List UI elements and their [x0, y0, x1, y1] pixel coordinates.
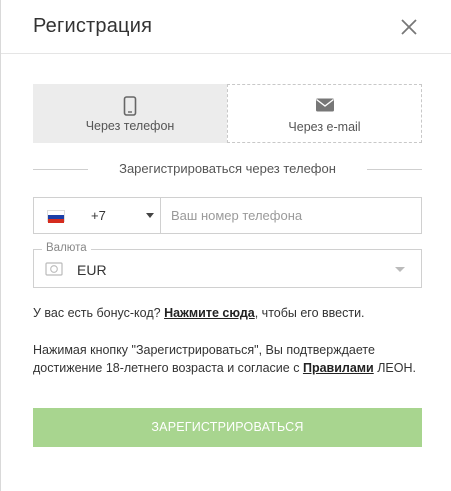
section-title: Зарегистрироваться через телефон: [119, 161, 336, 176]
register-button[interactable]: ЗАРЕГИСТРИРОВАТЬСЯ: [33, 408, 422, 447]
tab-email[interactable]: Через e-mail: [227, 84, 422, 143]
smartphone-icon: [123, 96, 137, 119]
bonus-code-prompt: У вас есть бонус-код? Нажмите сюда, чтоб…: [33, 306, 365, 320]
bonus-suffix: , чтобы его ввести.: [254, 306, 365, 320]
modal-title: Регистрация: [33, 15, 153, 37]
tab-phone[interactable]: Через телефон: [33, 84, 227, 143]
terms-notice: Нажимая кнопку "Зарегистрироваться", Вы …: [33, 341, 423, 377]
country-code-select[interactable]: +7: [34, 198, 161, 233]
registration-method-tabs: Через телефон Через e-mail: [33, 84, 422, 143]
russia-flag-icon: [47, 210, 65, 223]
tab-phone-label: Через телефон: [85, 119, 175, 133]
phone-number-input[interactable]: [162, 198, 421, 233]
chevron-down-icon: [146, 213, 154, 218]
bonus-code-link[interactable]: Нажмите сюда: [164, 306, 255, 320]
country-code-value: +7: [91, 208, 106, 223]
currency-label: Валюта: [42, 242, 91, 254]
currency-select[interactable]: Валюта EUR: [33, 242, 422, 288]
section-divider: Зарегистрироваться через телефон: [33, 161, 422, 177]
registration-modal: Регистрация Через телефон Через e-mail З…: [0, 0, 451, 491]
envelope-icon: [315, 97, 335, 116]
divider-line-right: [367, 169, 422, 170]
rules-link[interactable]: Правилами: [303, 361, 374, 375]
modal-header: Регистрация: [1, 0, 451, 54]
currency-value: EUR: [77, 262, 107, 278]
close-icon[interactable]: [399, 17, 419, 37]
tab-email-label: Через e-mail: [288, 120, 361, 134]
terms-suffix: ЛЕОН.: [377, 361, 416, 375]
money-icon: [45, 262, 63, 281]
phone-field-group: +7: [33, 197, 422, 234]
chevron-down-icon: [395, 267, 405, 272]
bonus-prefix: У вас есть бонус-код?: [33, 306, 161, 320]
